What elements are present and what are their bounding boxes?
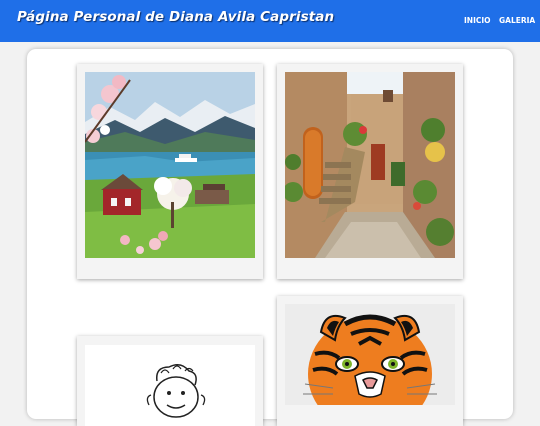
cartoon-face-image bbox=[85, 345, 255, 426]
nav-link-galeria[interactable]: GALERIA bbox=[499, 16, 535, 25]
gallery-card-village[interactable] bbox=[277, 64, 463, 279]
gallery-card-landscape[interactable] bbox=[77, 64, 263, 279]
top-navigation-bar: Página Personal de Diana Avila Capristan… bbox=[0, 0, 540, 42]
tiger-illustration-image bbox=[285, 304, 455, 405]
nav-link-inicio[interactable]: INICIO bbox=[464, 16, 491, 25]
gallery-card-cartoon[interactable] bbox=[77, 336, 263, 426]
fjord-landscape-image bbox=[85, 72, 255, 258]
gallery-card-tiger[interactable] bbox=[277, 296, 463, 426]
stone-village-image bbox=[285, 72, 455, 258]
site-title: Página Personal de Diana Avila Capristan bbox=[17, 9, 335, 25]
